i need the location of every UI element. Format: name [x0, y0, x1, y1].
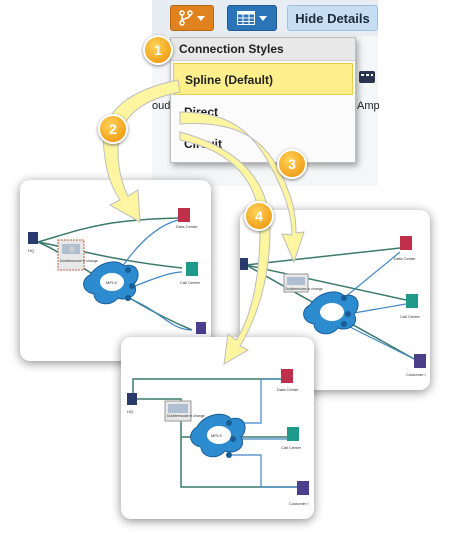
data-center-label: Data Center	[394, 256, 416, 261]
hide-details-button[interactable]: Hide Details	[287, 5, 378, 31]
chevron-down-icon	[197, 15, 205, 21]
call-center-label: Call Center	[180, 280, 201, 285]
hq-label: HQ	[127, 409, 133, 414]
mpls-label: MPLS	[211, 433, 222, 438]
device-icon	[359, 71, 375, 83]
doc-label: Doublemouse in change	[167, 414, 205, 418]
table-view-button[interactable]	[227, 5, 277, 31]
customer-label: Customer I	[289, 501, 309, 506]
circuit-diagram-card: HQ Data Center Call Center Customer I MP…	[121, 337, 314, 519]
menu-header: Connection Styles	[171, 38, 355, 61]
step-badge-4: 4	[244, 201, 274, 231]
call-center-label: Call Center	[400, 314, 421, 319]
toolbar: Hide Details	[152, 0, 378, 37]
step-badge-2: 2	[98, 114, 128, 144]
menu-item-direct[interactable]: Direct	[173, 96, 353, 128]
step-badge-1: 1	[143, 35, 173, 65]
spline-diagram-card: HQ Data Center Call Center MPLS Doublemo…	[20, 180, 211, 361]
doc-label: Doublemouse in change	[285, 287, 323, 291]
background-text-right: Amp	[357, 100, 380, 112]
hq-label: HQ	[28, 248, 34, 253]
connection-style-button[interactable]	[170, 5, 214, 31]
background-text-left: oud	[152, 100, 171, 112]
connection-style-icon	[179, 10, 193, 26]
mpls-label: MPLS	[106, 280, 117, 285]
menu-item-spline[interactable]: Spline (Default)	[173, 63, 353, 95]
menu-item-circuit[interactable]: Circuit	[173, 128, 353, 160]
step-badge-3: 3	[277, 149, 307, 179]
data-center-label: Data Center	[176, 224, 198, 229]
call-center-label: Call Center	[281, 445, 302, 450]
connection-styles-menu: Connection Styles Spline (Default) Direc…	[170, 37, 356, 163]
chevron-down-icon	[259, 15, 267, 21]
doc-label: Doublemouse in change	[60, 259, 98, 263]
customer-label: Customer I	[406, 372, 426, 377]
table-icon	[237, 11, 255, 25]
data-center-label: Data Center	[277, 387, 299, 392]
